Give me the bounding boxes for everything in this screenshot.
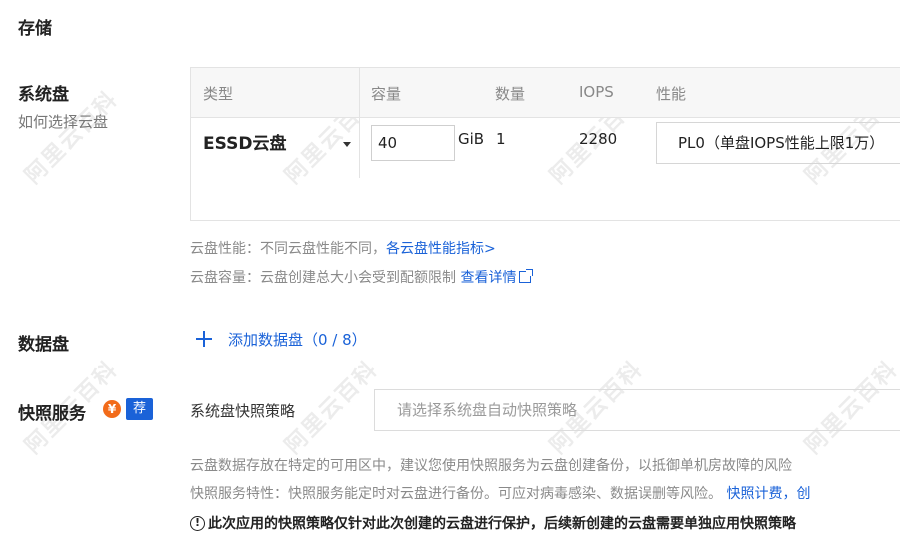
col-type: 类型 <box>203 85 234 103</box>
col-capacity: 容量 <box>371 85 402 103</box>
snapshot-policy-label: 系统盘快照策略 <box>190 402 296 420</box>
view-details-label: 查看详情 <box>460 270 517 286</box>
perf-metrics-link[interactable]: 各云盘性能指标> <box>386 241 496 257</box>
quantity-value: 1 <box>496 130 506 148</box>
system-disk-table: 类型 容量 数量 IOPS 性能 ESSD云盘 GiB 1 2280 PL0（单… <box>190 67 900 221</box>
external-link-icon <box>519 269 534 283</box>
snapshot-warning-text: 此次应用的快照策略仅针对此次创建的云盘进行保护，后续新创建的云盘需要单独应用快照… <box>208 516 796 532</box>
recommended-badge: 荐 <box>126 398 153 420</box>
chevron-down-icon[interactable] <box>343 142 351 147</box>
how-to-choose-disk-link[interactable]: 如何选择云盘 <box>18 111 108 132</box>
add-data-disk-label: 添加数据盘（0 / 8） <box>228 330 367 349</box>
data-disk-title: 数据盘 <box>18 335 69 355</box>
iops-value: 2280 <box>579 130 618 148</box>
performance-select[interactable]: PL0（单盘IOPS性能上限1万） <box>656 122 900 164</box>
snapshot-title: 快照服务 <box>18 404 86 424</box>
disk-performance-note: 云盘性能：不同云盘性能不同，各云盘性能指标> <box>190 238 496 258</box>
snapshot-warning: ! 此次应用的快照策略仅针对此次创建的云盘进行保护，后续新创建的云盘需要单独应用… <box>190 513 796 533</box>
storage-title: 存储 <box>18 19 52 39</box>
snapshot-desc-2-text: 快照服务特性：快照服务能定时对云盘进行备份。可应对病毒感染、数据误删等风险。 <box>190 486 722 502</box>
add-data-disk-button[interactable]: 添加数据盘（0 / 8） <box>190 324 367 354</box>
warning-icon: ! <box>190 515 205 531</box>
snapshot-policy-select[interactable]: 请选择系统盘自动快照策略 <box>374 389 900 431</box>
capacity-input[interactable] <box>371 125 455 161</box>
view-details-link[interactable]: 查看详情 <box>460 269 534 286</box>
yuan-icon: ¥ <box>103 400 121 418</box>
plus-icon <box>190 325 218 353</box>
capacity-unit: GiB <box>458 130 485 148</box>
table-header <box>191 68 900 118</box>
disk-capacity-note: 云盘容量：云盘创建总大小会受到配额限制 查看详情 <box>190 267 534 287</box>
col-quantity: 数量 <box>495 85 526 103</box>
snapshot-link-tail[interactable]: 创 <box>796 486 810 502</box>
perf-note-label: 云盘性能：不同云盘性能不同， <box>190 241 386 257</box>
col-performance: 性能 <box>656 85 687 103</box>
disk-type-select[interactable]: ESSD云盘 <box>203 129 286 154</box>
column-divider <box>359 68 360 178</box>
cap-note-label: 云盘容量：云盘创建总大小会受到配额限制 <box>190 270 456 286</box>
snapshot-desc-1: 云盘数据存放在特定的可用区中，建议您使用快照服务为云盘创建备份，以抵御单机房故障… <box>190 458 792 474</box>
snapshot-pricing-link[interactable]: 快照计费， <box>726 486 796 502</box>
snapshot-desc-2: 快照服务特性：快照服务能定时对云盘进行备份。可应对病毒感染、数据误删等风险。 快… <box>190 483 810 503</box>
system-disk-title: 系统盘 <box>18 85 69 105</box>
col-iops: IOPS <box>579 83 614 101</box>
